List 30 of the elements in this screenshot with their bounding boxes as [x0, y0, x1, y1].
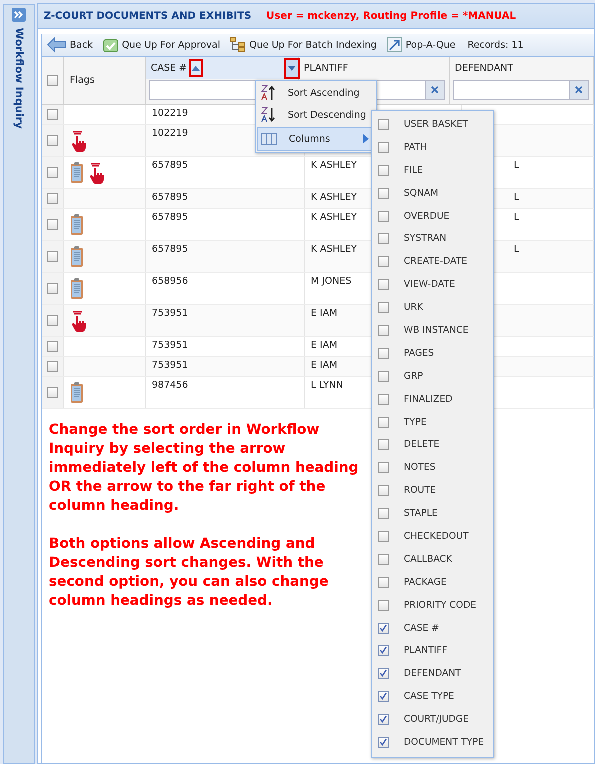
table-cell: L [514, 244, 520, 255]
instruction-text: Both options allow Ascending and Descending sort changes. With the second option, you can also change column headings as needed. [49, 535, 330, 611]
table-cell: L LYNN [311, 380, 344, 391]
table-cell: K ASHLEY [311, 160, 358, 171]
table-cell: M JONES [311, 276, 352, 287]
table-cell: L [514, 212, 520, 223]
table-cell: 657895 [152, 160, 188, 171]
table-cell: E IAM [311, 340, 338, 351]
table-cell: 658956 [152, 276, 188, 287]
table-cell: E IAM [311, 308, 338, 319]
table-cell: 657895 [152, 244, 188, 255]
table-cell: 102219 [152, 128, 188, 139]
table-cell: 753951 [152, 340, 188, 351]
table-cell: L [514, 192, 520, 203]
panel-title: Z-COURT DOCUMENTS AND EXHIBITS [44, 10, 252, 22]
table-cell: 657895 [152, 192, 188, 203]
table-cell: L [514, 160, 520, 171]
instruction-text: Change the sort order in Workflow Inquiry by selecting the arrow immediately left of the column heading OR the arrow to the far right of the column heading. [49, 421, 360, 516]
table-cell: 753951 [152, 308, 188, 319]
sidebar-title: Workflow Inquiry [13, 28, 25, 129]
user-info: User = mckenzy, Routing Profile = *MANUAL [266, 10, 516, 22]
records-count: Records: 11 [468, 40, 524, 50]
table-cell: 657895 [152, 212, 188, 223]
table-cell: K ASHLEY [311, 192, 358, 203]
table-cell: 987456 [152, 380, 188, 391]
table-cell: 102219 [152, 108, 188, 119]
table-cell: E IAM [311, 360, 338, 371]
table-cell: 753951 [152, 360, 188, 371]
table-cell: K ASHLEY [311, 212, 358, 223]
table-cell: K ASHLEY [311, 244, 358, 255]
